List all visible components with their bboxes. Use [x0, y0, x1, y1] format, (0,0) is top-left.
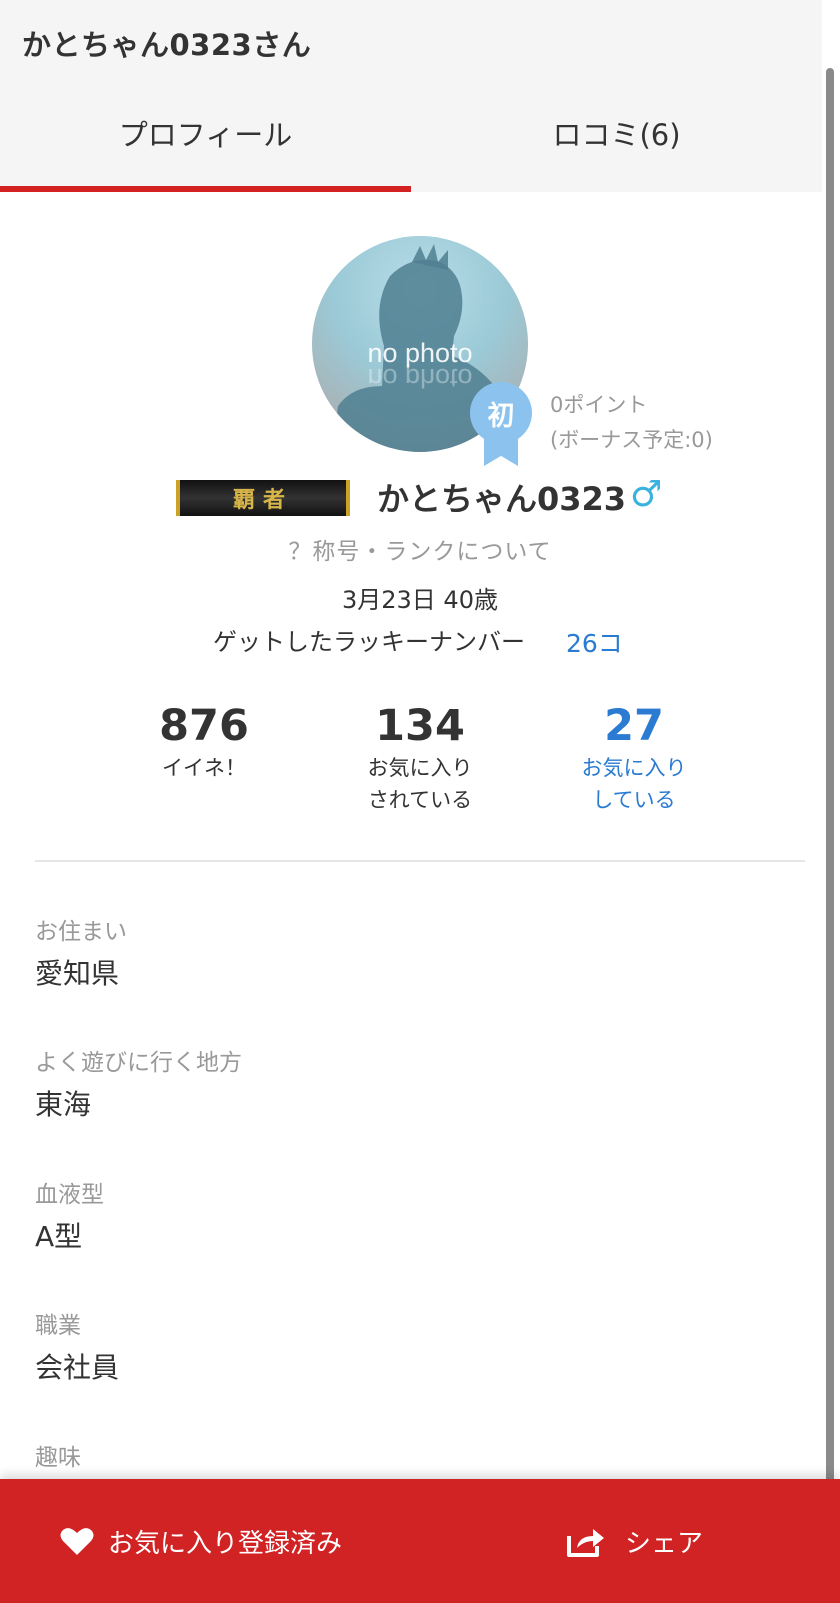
scrollbar[interactable]: [826, 68, 834, 1528]
stat-favoriting[interactable]: 27 お気に入り している: [534, 700, 734, 816]
divider: [35, 860, 805, 862]
bonus-points: (ボーナス予定:0): [550, 428, 713, 452]
stat-label: している: [592, 788, 676, 812]
lucky-number-label: ゲットしたラッキーナンバー: [213, 628, 525, 656]
male-icon: ♂: [630, 474, 663, 515]
tab-bar: プロフィール ロコミ(6): [0, 80, 822, 192]
field-value-occupation: 会社員: [35, 1351, 120, 1384]
points-value: 0ポイント: [550, 393, 648, 417]
bottom-action-bar: お気に入り登録済み シェア: [0, 1479, 840, 1603]
stat-favorited-by: 134 お気に入り されている: [320, 700, 520, 816]
share-label: シェア: [625, 1528, 704, 1559]
lucky-number-count[interactable]: 26コ: [566, 624, 623, 660]
rank-title-text: 覇者: [232, 487, 293, 513]
field-label-hobby: 趣味: [35, 1445, 81, 1471]
share-icon: [567, 1529, 604, 1557]
beginner-badge: 初: [470, 382, 532, 466]
stat-value: 876: [159, 701, 249, 751]
stat-label: お気に入り: [581, 756, 687, 780]
stat-likes: 876 イイネ！: [104, 700, 304, 784]
tab-profile[interactable]: プロフィール: [0, 80, 411, 192]
username: かとちゃん0323: [377, 480, 627, 518]
share-button[interactable]: シェア: [565, 1511, 703, 1571]
field-value-residence: 愛知県: [35, 957, 120, 990]
field-label-occupation: 職業: [35, 1313, 81, 1339]
stat-label: されている: [367, 788, 473, 812]
field-label-blood-type: 血液型: [35, 1182, 104, 1208]
favorite-label: お気に入り登録済み: [108, 1528, 343, 1559]
field-label-residence: お住まい: [35, 919, 127, 945]
stat-value: 27: [604, 701, 664, 751]
stat-label: イイネ！: [162, 756, 246, 780]
badge-circle: 初: [470, 382, 532, 444]
tab-reviews[interactable]: ロコミ(6): [411, 80, 822, 192]
field-value-region: 東海: [35, 1088, 92, 1121]
stat-label: お気に入り: [367, 756, 473, 780]
stat-value: 134: [375, 701, 465, 751]
rank-title-plate: 覇者: [176, 480, 350, 516]
favorite-button[interactable]: お気に入り登録済み: [60, 1511, 342, 1571]
field-label-region: よく遊びに行く地方: [35, 1050, 242, 1076]
points-info: 0ポイント (ボーナス予定:0): [550, 388, 713, 458]
birthday-age: 3月23日 40歳: [342, 586, 498, 614]
rank-info-link[interactable]: ？称号・ランクについて: [0, 532, 840, 566]
field-value-blood-type: A型: [35, 1220, 83, 1253]
heart-icon: [60, 1528, 94, 1555]
top-bar: かとちゃん0323さん: [0, 0, 822, 80]
page-title: かとちゃん0323さん: [22, 28, 312, 62]
